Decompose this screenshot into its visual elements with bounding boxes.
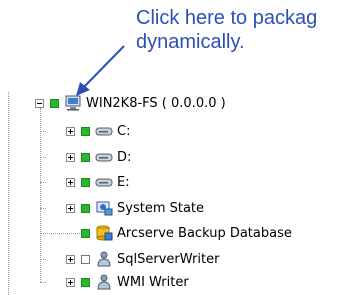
checkbox-root[interactable]: [50, 98, 59, 108]
tree-node-sqlserverwriter[interactable]: SqlServerWriter: [66, 250, 219, 268]
checkbox-system-state[interactable]: [81, 203, 90, 213]
tree-node-label: WMI Writer: [117, 274, 189, 290]
tree-node-drive-c[interactable]: C:: [66, 122, 130, 140]
system-state-icon: [95, 200, 113, 216]
checkbox-drive-e[interactable]: [81, 177, 90, 187]
writer-icon: [95, 251, 113, 267]
tree-guide-line: [40, 259, 46, 260]
expand-toggle[interactable]: [66, 152, 75, 162]
database-icon: [95, 225, 113, 241]
tree-node-system-state[interactable]: System State: [66, 199, 204, 217]
expand-toggle[interactable]: [66, 126, 75, 136]
tree-node-wmi-writer[interactable]: WMI Writer: [66, 273, 189, 291]
expand-toggle[interactable]: [66, 254, 75, 264]
tree-node-root[interactable]: WIN2K8-FS ( 0.0.0.0 ): [35, 94, 226, 112]
tree-guide-line: [40, 108, 41, 282]
checkbox-drive-d[interactable]: [81, 152, 90, 162]
writer-icon: [95, 274, 113, 290]
tree-guide-line: [40, 131, 46, 132]
drive-icon: [95, 174, 113, 190]
tree-node-label: E:: [117, 174, 130, 190]
checkbox-arcserve-database[interactable]: [81, 228, 90, 238]
expand-toggle[interactable]: [66, 203, 75, 213]
drive-icon: [95, 149, 113, 165]
tree-node-label: System State: [117, 200, 205, 216]
checkbox-drive-c[interactable]: [81, 126, 90, 136]
tree-node-label: WIN2K8-FS ( 0.0.0.0 ): [86, 95, 226, 111]
tree-node-label: D:: [117, 149, 132, 165]
tree-guide-line: [40, 157, 46, 158]
tree-node-drive-e[interactable]: E:: [66, 173, 130, 191]
collapse-toggle[interactable]: [35, 98, 44, 108]
tree-guide-line: [40, 233, 80, 234]
tree-guide-line: [40, 282, 46, 283]
tree-guide-line: [40, 208, 46, 209]
checkbox-sqlserverwriter[interactable]: [81, 254, 90, 264]
tree-node-label: C:: [117, 123, 131, 139]
tree-node-arcserve-database[interactable]: Arcserve Backup Database: [81, 224, 292, 242]
tree-node-drive-d[interactable]: D:: [66, 148, 131, 166]
tree-guide-line: [40, 182, 46, 183]
tree-guide-line: [8, 92, 9, 295]
checkbox-wmi-writer[interactable]: [81, 277, 90, 287]
tree-node-label: SqlServerWriter: [117, 251, 220, 267]
drive-icon: [95, 123, 113, 139]
expand-toggle[interactable]: [66, 177, 75, 187]
backup-source-tree: WIN2K8-FS ( 0.0.0.0 ) C: D: E: System St…: [0, 0, 354, 295]
expand-toggle[interactable]: [66, 277, 75, 287]
computer-icon: [64, 95, 82, 111]
tree-node-label: Arcserve Backup Database: [117, 225, 292, 241]
